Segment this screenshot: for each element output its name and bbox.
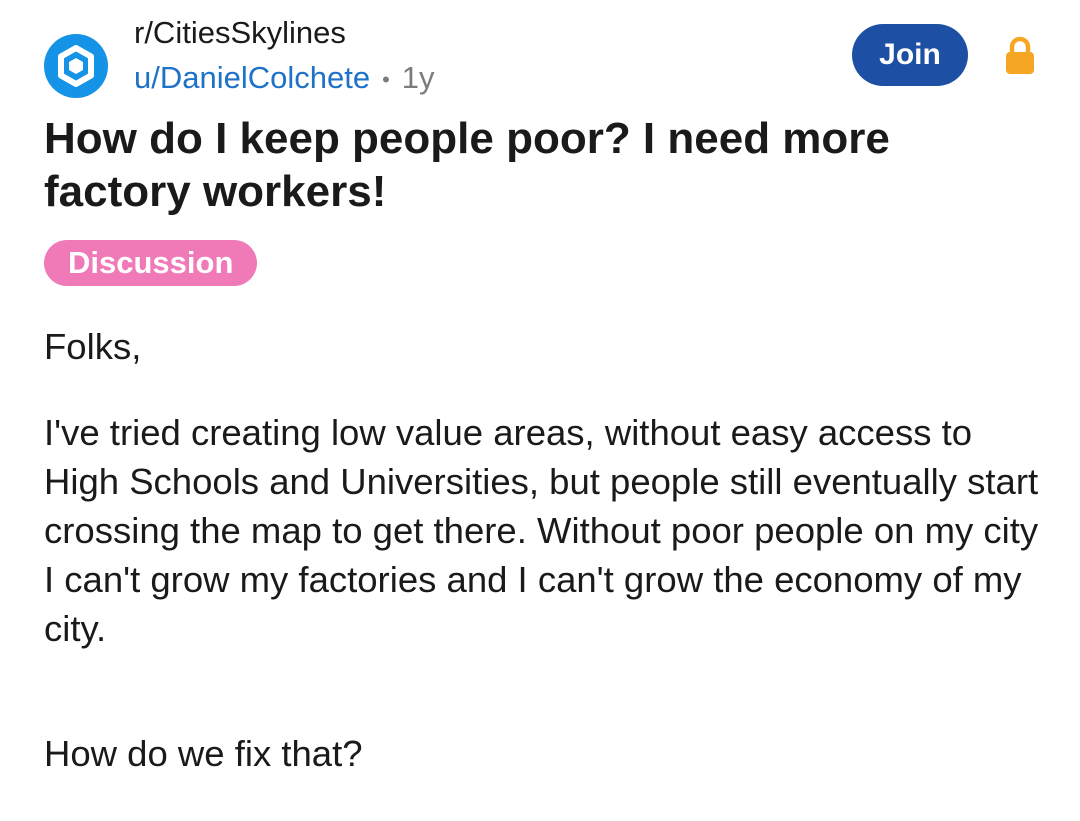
body-paragraph-greeting: Folks,: [44, 326, 142, 367]
body-paragraph-main: I've tried creating low value areas, wit…: [44, 412, 1039, 649]
community-avatar[interactable]: [44, 34, 108, 98]
author-username[interactable]: u/DanielColchete: [134, 60, 370, 95]
community-logo-icon: [58, 45, 94, 87]
body-paragraph-question: How do we fix that?: [44, 733, 363, 774]
post-title[interactable]: How do I keep people poor? I need more f…: [44, 112, 1034, 218]
subreddit-name[interactable]: r/CitiesSkylines: [134, 14, 435, 52]
post-age: 1y: [401, 60, 435, 95]
padlock-icon: [1006, 36, 1034, 74]
post-byline: u/DanielColchete • 1y: [134, 58, 435, 100]
reddit-post: r/CitiesSkylines u/DanielColchete • 1y Joi…: [0, 0, 1080, 821]
flair-badge[interactable]: Discussion: [44, 240, 258, 286]
post-header: r/CitiesSkylines u/DanielColchete • 1y Joi…: [44, 14, 1044, 104]
byline-separator: •: [382, 66, 390, 92]
join-button[interactable]: Join: [852, 24, 968, 86]
post-meta: r/CitiesSkylines u/DanielColchete • 1y: [134, 14, 435, 100]
